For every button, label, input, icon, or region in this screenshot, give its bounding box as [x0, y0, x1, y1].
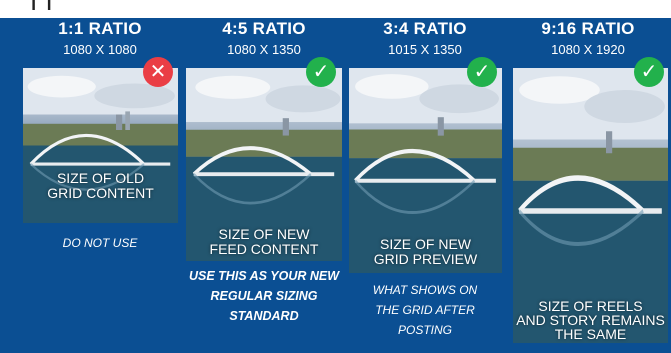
photo-caption: SIZE OF OLD GRID CONTENT: [23, 170, 178, 201]
note-line: WHAT SHOWS ON: [372, 283, 478, 297]
caption-line: SIZE OF NEW: [380, 236, 471, 252]
photo-caption: SIZE OF REELS AND STORY REMAINS THE SAME: [513, 299, 668, 342]
ratio-dimensions: 1080 X 1080: [63, 42, 137, 57]
caption-line: GRID PREVIEW: [373, 251, 478, 267]
check-icon: ✓: [306, 57, 336, 87]
ratio-title: 9:16 RATIO: [541, 19, 635, 38]
usage-note: USE THIS AS YOUR NEW REGULAR SIZING STAN…: [184, 266, 344, 326]
note-line: STANDARD: [229, 309, 299, 323]
note-line: USE THIS AS YOUR NEW: [188, 269, 340, 283]
bridge-photo: SIZE OF OLD GRID CONTENT: [23, 68, 178, 223]
caption-line: THE SAME: [554, 326, 627, 342]
ratio-dimensions: 1080 X 1350: [227, 42, 301, 57]
photo-caption: SIZE OF NEW FEED CONTENT: [186, 226, 342, 257]
ratio-dimensions: 1080 X 1920: [551, 42, 625, 57]
note-line: THE GRID AFTER: [375, 303, 475, 317]
check-icon: ✓: [634, 57, 664, 87]
bridge-photo: SIZE OF NEW GRID PREVIEW: [349, 68, 502, 273]
note-line: DO NOT USE: [62, 236, 138, 250]
ratio-title: 3:4 RATIO: [383, 19, 467, 38]
bridge-photo: SIZE OF REELS AND STORY REMAINS THE SAME: [513, 68, 668, 343]
usage-note: WHAT SHOWS ON THE GRID AFTER POSTING: [346, 280, 504, 340]
caption-line: SIZE OF NEW: [218, 226, 310, 242]
photo-caption: SIZE OF NEW GRID PREVIEW: [349, 236, 502, 267]
bridge-photo: SIZE OF NEW FEED CONTENT: [186, 68, 342, 261]
top-cut-text: I I: [30, 0, 54, 16]
usage-note: DO NOT USE: [20, 233, 180, 253]
caption-line: SIZE OF OLD: [56, 170, 145, 186]
ratio-title: 1:1 RATIO: [58, 19, 142, 38]
caption-line: FEED CONTENT: [209, 241, 319, 257]
ratio-title: 4:5 RATIO: [222, 19, 306, 38]
x-icon: ✕: [143, 57, 173, 87]
caption-line: GRID CONTENT: [47, 185, 154, 201]
top-cut-banner: I I: [0, 0, 671, 18]
check-icon: ✓: [467, 57, 497, 87]
note-line: POSTING: [397, 323, 452, 337]
ratio-dimensions: 1015 X 1350: [388, 42, 462, 57]
note-line: REGULAR SIZING: [210, 289, 318, 303]
